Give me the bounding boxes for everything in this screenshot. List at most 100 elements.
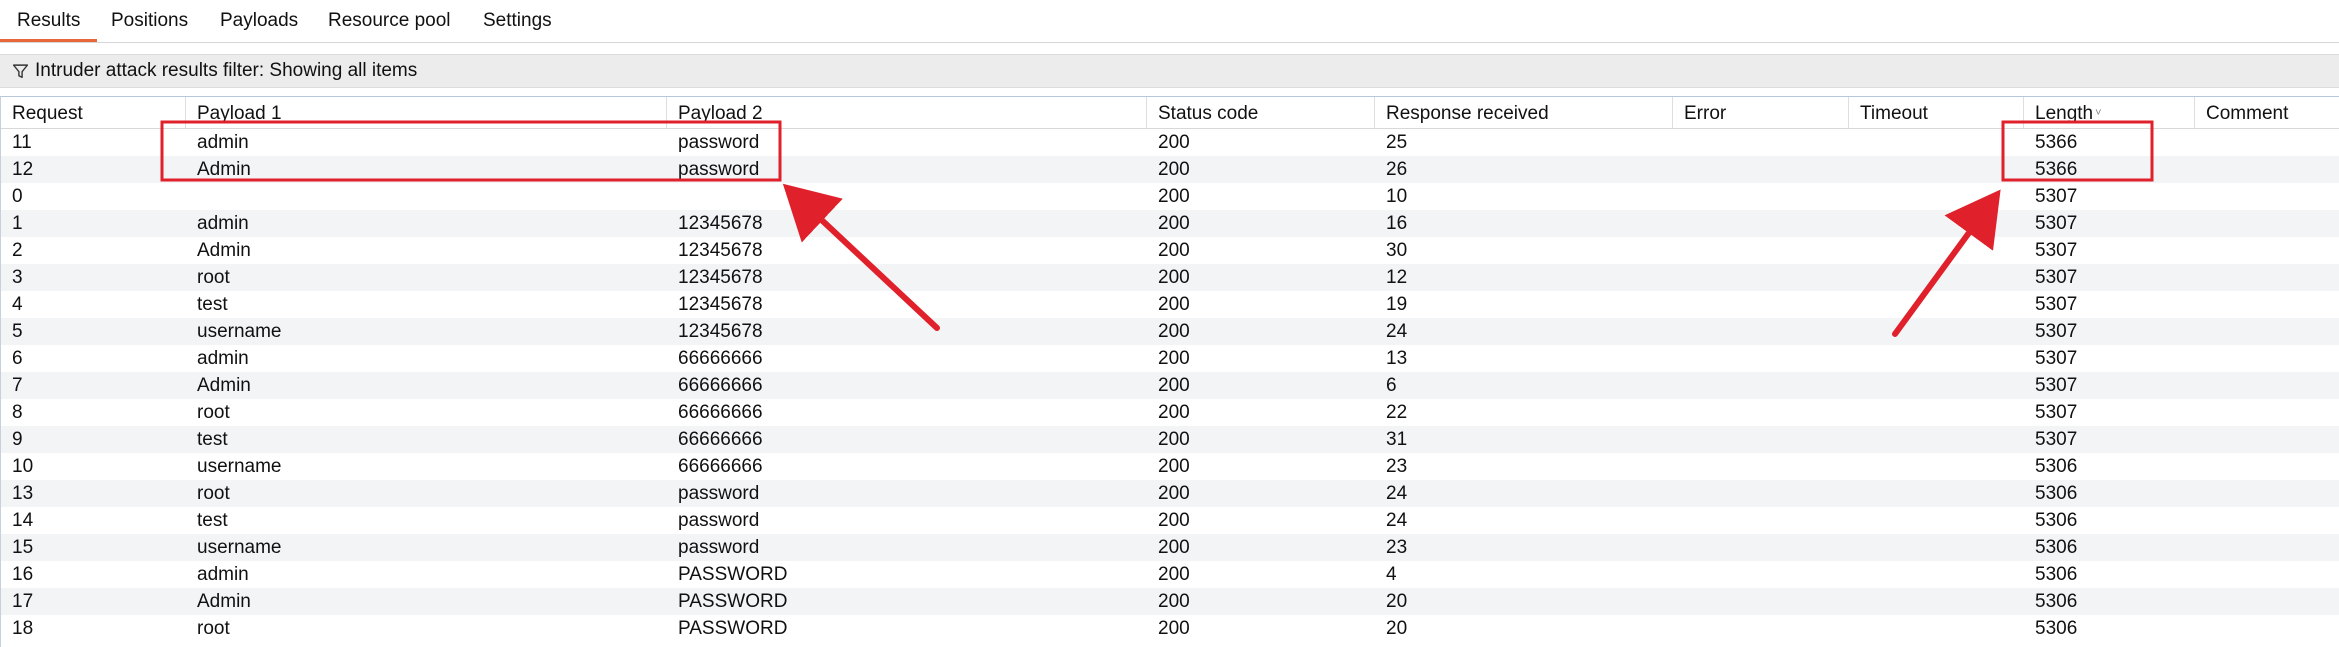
cell-status-code: 200 <box>1158 618 1190 639</box>
cell-response-received: 20 <box>1386 591 1408 612</box>
column-header-label: Timeout <box>1860 103 1928 124</box>
cell-timeout <box>1849 426 2024 453</box>
table-row[interactable]: 14 test password 200 24 5306 <box>1 507 2339 534</box>
column-header-response-received[interactable]: Response received <box>1375 97 1673 128</box>
table-row[interactable]: 0 200 10 5307 <box>1 183 2339 210</box>
tab-bar: Results Positions Payloads Resource pool… <box>0 0 2339 43</box>
cell-status-code: 200 <box>1158 186 1190 207</box>
column-header-length[interactable]: Length ˅ <box>2024 97 2195 128</box>
cell-status-code: 200 <box>1158 537 1190 558</box>
column-header-request[interactable]: Request <box>1 97 186 128</box>
tab-results[interactable]: Results <box>0 0 98 42</box>
cell-timeout <box>1849 534 2024 561</box>
table-row[interactable]: 18 root PASSWORD 200 20 5306 <box>1 615 2339 642</box>
column-header-error[interactable]: Error <box>1673 97 1849 128</box>
table-row[interactable]: 1 admin 12345678 200 16 5307 <box>1 210 2339 237</box>
cell-response-received: 23 <box>1386 537 1408 558</box>
cell-payload-1: username <box>197 321 282 342</box>
cell-payload-2: password <box>678 159 760 180</box>
cell-status-code: 200 <box>1158 348 1190 369</box>
cell-status-code: 200 <box>1158 564 1190 585</box>
cell-request: 1 <box>12 213 23 234</box>
column-header-payload-1[interactable]: Payload 1 <box>186 97 667 128</box>
cell-status-code: 200 <box>1158 321 1190 342</box>
table-row[interactable]: 11 admin password 200 25 5366 <box>1 129 2339 156</box>
cell-comment <box>2195 426 2339 453</box>
column-header-status-code[interactable]: Status code <box>1147 97 1375 128</box>
cell-error <box>1673 453 1849 480</box>
cell-length: 5307 <box>2035 294 2078 315</box>
cell-length: 5306 <box>2035 564 2078 585</box>
table-row[interactable]: 16 admin PASSWORD 200 4 5306 <box>1 561 2339 588</box>
cell-payload-2: 12345678 <box>678 213 763 234</box>
cell-comment <box>2195 291 2339 318</box>
column-header-timeout[interactable]: Timeout <box>1849 97 2024 128</box>
cell-length: 5366 <box>2035 132 2078 153</box>
cell-timeout <box>1849 561 2024 588</box>
table-row[interactable]: 12 Admin password 200 26 5366 <box>1 156 2339 183</box>
cell-payload-1: Admin <box>197 591 251 612</box>
cell-payload-1: Admin <box>197 375 251 396</box>
table-row[interactable]: 9 test 66666666 200 31 5307 <box>1 426 2339 453</box>
cell-status-code: 200 <box>1158 294 1190 315</box>
table-row[interactable]: 2 Admin 12345678 200 30 5307 <box>1 237 2339 264</box>
sort-descending-icon: ˅ <box>2095 107 2102 120</box>
cell-error <box>1673 534 1849 561</box>
cell-response-received: 12 <box>1386 267 1408 288</box>
cell-payload-2: password <box>678 537 760 558</box>
tab-positions[interactable]: Positions <box>94 0 205 42</box>
cell-comment <box>2195 210 2339 237</box>
cell-response-received: 30 <box>1386 240 1408 261</box>
table-row[interactable]: 6 admin 66666666 200 13 5307 <box>1 345 2339 372</box>
table-row[interactable]: 7 Admin 66666666 200 6 5307 <box>1 372 2339 399</box>
cell-payload-1: admin <box>197 213 249 234</box>
tab-payloads[interactable]: Payloads <box>203 0 315 42</box>
tab-resource-pool[interactable]: Resource pool <box>311 0 468 42</box>
cell-response-received: 16 <box>1386 213 1408 234</box>
cell-status-code: 200 <box>1158 456 1190 477</box>
cell-status-code: 200 <box>1158 429 1190 450</box>
cell-comment <box>2195 507 2339 534</box>
cell-payload-2: 12345678 <box>678 240 763 261</box>
cell-payload-1: test <box>197 294 228 315</box>
cell-error <box>1673 399 1849 426</box>
column-header-payload-2[interactable]: Payload 2 <box>667 97 1147 128</box>
table-row[interactable]: 3 root 12345678 200 12 5307 <box>1 264 2339 291</box>
cell-length: 5307 <box>2035 321 2078 342</box>
cell-timeout <box>1849 399 2024 426</box>
cell-response-received: 25 <box>1386 132 1408 153</box>
table-row[interactable]: 13 root password 200 24 5306 <box>1 480 2339 507</box>
tab-settings[interactable]: Settings <box>466 0 569 42</box>
cell-comment <box>2195 588 2339 615</box>
cell-request: 15 <box>12 537 34 558</box>
cell-error <box>1673 237 1849 264</box>
cell-payload-1: Admin <box>197 240 251 261</box>
cell-length: 5307 <box>2035 429 2078 450</box>
cell-payload-2: 66666666 <box>678 348 763 369</box>
cell-payload-1: admin <box>197 132 249 153</box>
results-filter-bar[interactable]: Intruder attack results filter: Showing … <box>0 54 2339 88</box>
cell-response-received: 10 <box>1386 186 1408 207</box>
cell-timeout <box>1849 318 2024 345</box>
filter-text: Intruder attack results filter: Showing … <box>35 60 418 81</box>
cell-status-code: 200 <box>1158 132 1190 153</box>
table-row[interactable]: 10 username 66666666 200 23 5306 <box>1 453 2339 480</box>
cell-request: 9 <box>12 429 23 450</box>
cell-payload-2 <box>667 183 1147 210</box>
table-row[interactable]: 17 Admin PASSWORD 200 20 5306 <box>1 588 2339 615</box>
cell-comment <box>2195 534 2339 561</box>
table-row[interactable]: 8 root 66666666 200 22 5307 <box>1 399 2339 426</box>
funnel-icon <box>12 63 29 80</box>
table-row[interactable]: 5 username 12345678 200 24 5307 <box>1 318 2339 345</box>
column-header-label: Error <box>1684 103 1727 124</box>
column-header-comment[interactable]: Comment <box>2195 97 2339 128</box>
table-row[interactable]: 4 test 12345678 200 19 5307 <box>1 291 2339 318</box>
cell-length: 5306 <box>2035 618 2078 639</box>
cell-request: 4 <box>12 294 23 315</box>
cell-status-code: 200 <box>1158 375 1190 396</box>
cell-error <box>1673 264 1849 291</box>
cell-payload-1: Admin <box>197 159 251 180</box>
cell-payload-1: root <box>197 267 230 288</box>
table-row[interactable]: 15 username password 200 23 5306 <box>1 534 2339 561</box>
cell-payload-2: password <box>678 132 760 153</box>
